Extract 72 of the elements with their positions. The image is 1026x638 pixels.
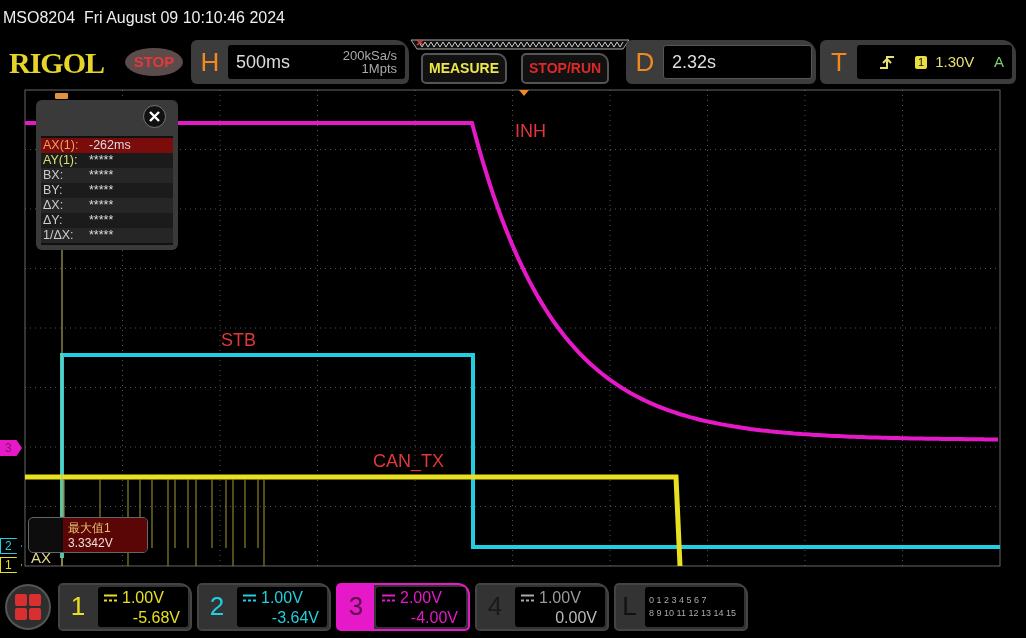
trigger-source: 1 (915, 55, 928, 69)
panel-letter: T (830, 45, 848, 79)
cursor-readout-row[interactable]: AY(1): ***** (41, 153, 173, 168)
readout-value: ***** (88, 198, 114, 213)
readout-label: BX: (43, 168, 65, 183)
sample-rate: 200kSa/s (342, 49, 397, 62)
measurement-value: 3.3342V (68, 536, 114, 551)
readout-value: ***** (88, 228, 114, 243)
panel-letter: D (634, 45, 656, 79)
channel-scale: 1.00V (122, 587, 164, 608)
menu-button[interactable] (5, 583, 51, 630)
cursor-readout-row[interactable]: BY: ***** (41, 183, 173, 198)
readout-value: ***** (88, 213, 114, 228)
run-status-badge: STOP (125, 48, 183, 76)
channel-scale: 1.00V (261, 587, 303, 608)
delay-panel[interactable]: D 2.32s (626, 40, 816, 84)
window-title: MSO8204 Fri August 09 10:10:46 2024 (3, 8, 285, 28)
dc-coupling-icon (104, 593, 117, 602)
readout-value: ***** (88, 153, 114, 168)
close-button[interactable] (143, 105, 166, 128)
trigger-position-marker (519, 90, 529, 96)
measure-button[interactable]: MEASURE (421, 53, 507, 84)
menu-icon (15, 593, 41, 620)
readout-label: 1/ΔX: (43, 228, 75, 243)
memory-depth: 1Mpts (360, 62, 397, 75)
close-icon (149, 111, 160, 122)
trace-label: STB (221, 330, 256, 350)
digital-channel-labels: 8 9 10 11 12 13 14 15 (649, 607, 736, 620)
digital-channel-labels: 0 1 2 3 4 5 6 7 (649, 594, 708, 607)
readout-value: ***** (88, 168, 114, 183)
cursor-marker (55, 93, 68, 99)
channel-offset: 0.00V (554, 607, 597, 628)
channel-scale: 1.00V (539, 587, 581, 608)
trace-label: INH (515, 121, 546, 141)
channel-offset: -3.64V (270, 607, 319, 628)
channel-panel[interactable]: 2 1.00V -3.64V (197, 582, 331, 631)
channel-offset: -5.68V (131, 607, 180, 628)
rising-edge-icon (879, 54, 895, 70)
trigger-panel[interactable]: T 1 1.30V A (820, 40, 1016, 84)
channel-scale: 2.00V (400, 587, 442, 608)
measurement-title: 最大值1 (68, 521, 112, 536)
readout-label: AY(1): (43, 153, 79, 168)
timebase-value: 500ms (236, 50, 291, 74)
cursor-readout-row[interactable]: ΔY: ***** (41, 213, 173, 228)
panel-letter: H (199, 45, 221, 79)
channel-offset: -4.00V (409, 607, 458, 628)
cursor-label: AX (31, 550, 51, 566)
readout-label: ΔY: (43, 213, 64, 228)
cursor-readout-row[interactable]: 1/ΔX: ***** (41, 228, 173, 243)
cursor-readout-row[interactable]: ΔX: ***** (41, 198, 173, 213)
dc-coupling-icon (382, 593, 395, 602)
stop-run-button[interactable]: STOP/RUN (521, 53, 610, 84)
channel-marker[interactable]: 2 (0, 538, 22, 554)
horizontal-panel[interactable]: H 500ms 200kSa/s 1Mpts (191, 40, 409, 84)
trace-label: CAN_TX (373, 451, 444, 471)
channel-marker[interactable]: 1 (0, 557, 22, 573)
readout-label: ΔX: (43, 198, 65, 213)
readout-label: BY: (43, 183, 64, 198)
channel-panel[interactable]: 1 1.00V -5.68V (58, 582, 192, 631)
trigger-mode: A (994, 51, 1004, 72)
cursor-readout-row[interactable]: BX: ***** (41, 168, 173, 183)
channel-number: 3 (338, 584, 374, 629)
dc-coupling-icon (521, 593, 534, 602)
dc-coupling-icon (243, 593, 256, 602)
channel-panel[interactable]: 3 2.00V -4.00V (336, 582, 470, 631)
readout-label: AX(1): (43, 138, 80, 153)
logo: RIGOL (9, 44, 106, 81)
trigger-level: 1.30V (935, 51, 975, 72)
cursor-readout-row[interactable]: AX(1): -262ms (41, 138, 173, 153)
delay-value: 2.32s (672, 50, 717, 74)
readout-value: ***** (88, 183, 114, 198)
readout-value: -262ms (88, 138, 131, 153)
